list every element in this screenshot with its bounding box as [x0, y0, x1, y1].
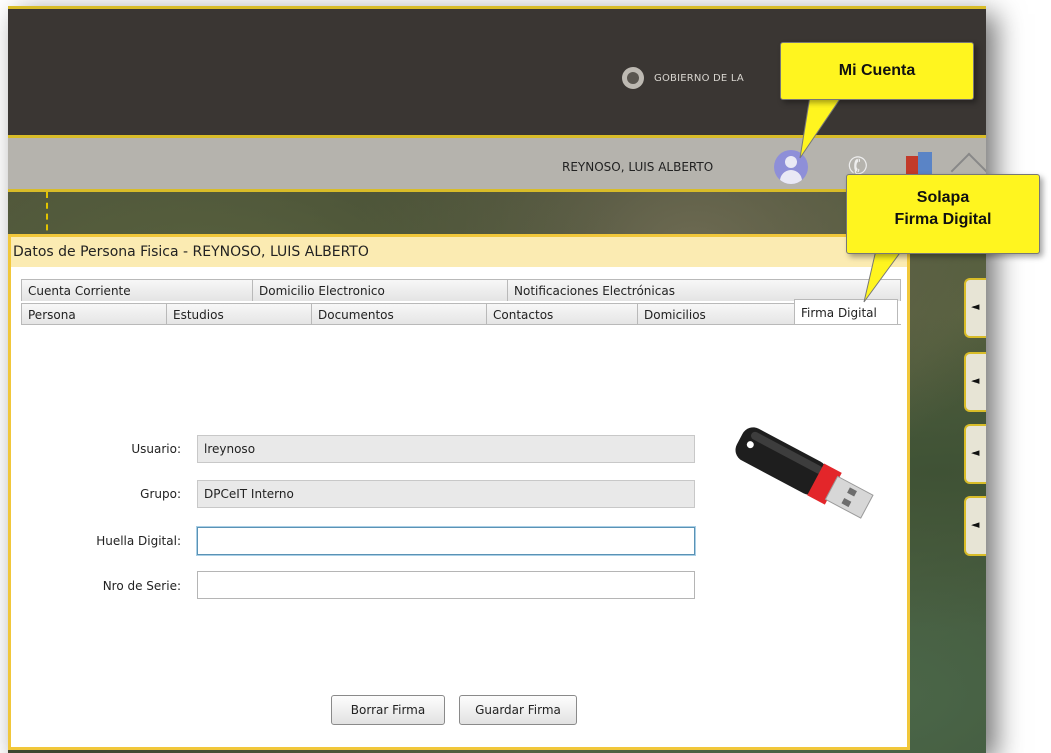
tab-documentos[interactable]: Documentos [311, 303, 487, 325]
huella-digital-field[interactable] [197, 527, 695, 555]
mi-cuenta-pointer [799, 95, 843, 159]
arrow-left-icon: ◄ [971, 374, 980, 387]
solapa-pointer [863, 249, 903, 303]
tab-estudios[interactable]: Estudios [166, 303, 312, 325]
government-seal-icon [622, 67, 644, 89]
grupo-label: Grupo: [140, 487, 181, 501]
arrow-left-icon: ◄ [971, 518, 980, 531]
arrow-left-icon: ◄ [971, 300, 980, 313]
tab-row-2: Persona Estudios Documentos Contactos Do… [21, 299, 898, 325]
solapa-line-1: Solapa [916, 189, 970, 206]
panel-title-bar: Datos de Persona Fisica - REYNOSO, LUIS … [11, 237, 907, 267]
usuario-field[interactable] [197, 435, 695, 463]
solapa-line-2: Firma Digital [894, 211, 992, 228]
grupo-field[interactable] [197, 480, 695, 508]
usb-drive-icon [735, 427, 874, 519]
tab-persona[interactable]: Persona [21, 303, 167, 325]
panel-title: Datos de Persona Fisica - REYNOSO, LUIS … [13, 244, 369, 260]
user-name: REYNOSO, LUIS ALBERTO [562, 160, 714, 174]
huella-digital-label: Huella Digital: [96, 534, 181, 548]
tab-contactos[interactable]: Contactos [486, 303, 638, 325]
nro-serie-field[interactable] [197, 571, 695, 599]
side-tab-3[interactable]: ◄ [964, 424, 986, 484]
tab-cuenta-corriente[interactable]: Cuenta Corriente [21, 279, 253, 301]
borrar-firma-button[interactable]: Borrar Firma [331, 695, 445, 725]
side-tab-2[interactable]: ◄ [964, 352, 986, 412]
side-tab-4[interactable]: ◄ [964, 496, 986, 556]
tab-domicilios[interactable]: Domicilios [637, 303, 795, 325]
government-brand: GOBIERNO DE LA [622, 67, 744, 89]
arrow-left-icon: ◄ [971, 446, 980, 459]
tab-notificaciones-electronicas[interactable]: Notificaciones Electrónicas [507, 279, 901, 301]
mi-cuenta-callout: Mi Cuenta [780, 42, 974, 100]
guardar-firma-button[interactable]: Guardar Firma [459, 695, 577, 725]
government-text: GOBIERNO DE LA [654, 72, 744, 84]
tab-row-1: Cuenta Corriente Domicilio Electronico N… [21, 279, 901, 301]
nro-serie-label: Nro de Serie: [102, 579, 181, 593]
tab-divider [21, 324, 901, 325]
side-tab-1[interactable]: ◄ [964, 278, 986, 338]
usuario-label: Usuario: [131, 442, 181, 456]
solapa-firma-digital-callout: Solapa Firma Digital [846, 174, 1040, 254]
tab-domicilio-electronico[interactable]: Domicilio Electronico [252, 279, 508, 301]
